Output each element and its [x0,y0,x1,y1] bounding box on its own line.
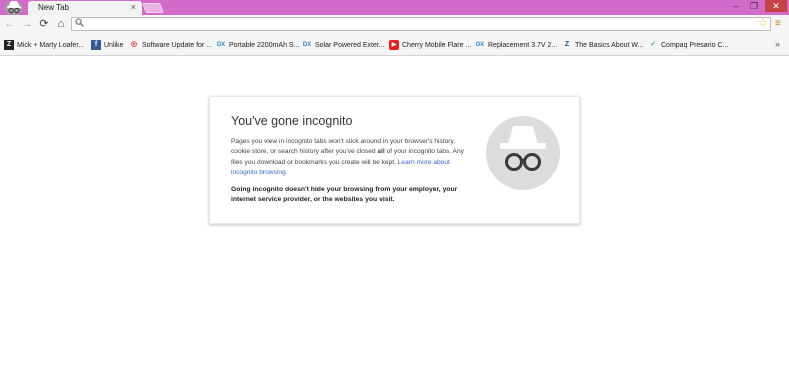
bookmark-item[interactable]: Z The Basics About W... [562,40,644,52]
bookmark-item[interactable]: ▶ Cherry Mobile Flare ... [389,40,471,52]
checkmark-favicon-icon: ✓ [650,41,656,48]
incognito-badge-icon [4,0,24,15]
reload-icon[interactable]: ⟳ [37,17,51,31]
bookmark-item[interactable]: DX Portable 2200mAh S... [216,40,300,52]
bookmark-label: The Basics About W... [575,41,644,49]
chrome-menu-icon[interactable]: ≡ [775,18,781,30]
title-bar: New Tab × – ❐ ✕ [0,0,789,15]
home-icon[interactable]: ⌂ [54,17,68,31]
bookmarks-overflow-button[interactable]: » [775,39,780,49]
incognito-title: You've gone incognito [231,114,353,128]
bookmark-label: Mick + Marty Loafer... [17,41,85,49]
bookmark-item[interactable]: Z Mick + Marty Loafer... [4,40,84,52]
youtube-favicon-icon: ▶ [389,40,399,50]
omnibox[interactable] [71,17,771,31]
search-icon [75,18,84,31]
dx-favicon-icon: DX [475,42,485,48]
tab-new-tab[interactable]: New Tab × [28,1,142,15]
description-bold-text: all [377,148,385,156]
address-input[interactable] [88,18,748,30]
bookmark-item[interactable]: DX Solar Powered Exter... [302,40,385,52]
tab-title: New Tab [38,3,69,12]
close-window-button[interactable]: ✕ [765,0,787,12]
bookmark-item[interactable]: ✓ Compaq Presario C... [648,40,728,52]
back-arrow-icon[interactable]: ← [3,17,17,31]
bookmark-label: Solar Powered Exter... [315,41,385,49]
incognito-card: You've gone incognito Pages you view in … [209,96,580,224]
bookmark-label: Cherry Mobile Flare ... [402,41,472,49]
bookmark-item[interactable]: ◎ Software Update for ... [129,40,212,52]
facebook-favicon-icon: f [91,40,101,50]
minimize-button[interactable]: – [729,0,743,12]
bookmark-label: Compaq Presario C... [661,41,729,49]
bookmarks-bar: Z Mick + Marty Loafer... f Unlike ◎ Softwar… [0,34,789,56]
incognito-description: Pages you view in incognito tabs won't s… [231,137,471,178]
bookmark-label: Portable 2200mAh S... [229,41,300,49]
dx-favicon-icon: DX [302,42,312,48]
bookmark-item[interactable]: DX Replacement 3.7V 2... [475,40,557,52]
bookmark-item[interactable]: f Unlike [91,40,123,52]
bookmark-star-icon[interactable]: ☆ [758,17,768,29]
tab-close-icon[interactable]: × [131,2,136,12]
bookmark-label: Software Update for ... [142,41,213,49]
software-update-favicon-icon: ◎ [130,41,138,48]
incognito-warning: Going incognito doesn't hide your browsi… [231,186,458,204]
bookmark-label: Unlike [104,41,124,49]
maximize-button[interactable]: ❐ [747,0,761,12]
dx-favicon-icon: DX [216,42,226,48]
zazzle-favicon-icon: Z [4,40,14,50]
incognito-spy-icon [486,116,560,190]
new-tab-button[interactable] [142,3,164,13]
browser-toolbar: ← → ⟳ ⌂ ☆ ≡ [0,15,789,34]
blue-favicon-icon: Z [564,41,570,48]
bookmark-label: Replacement 3.7V 2... [488,41,558,49]
forward-arrow-icon[interactable]: → [20,17,34,31]
